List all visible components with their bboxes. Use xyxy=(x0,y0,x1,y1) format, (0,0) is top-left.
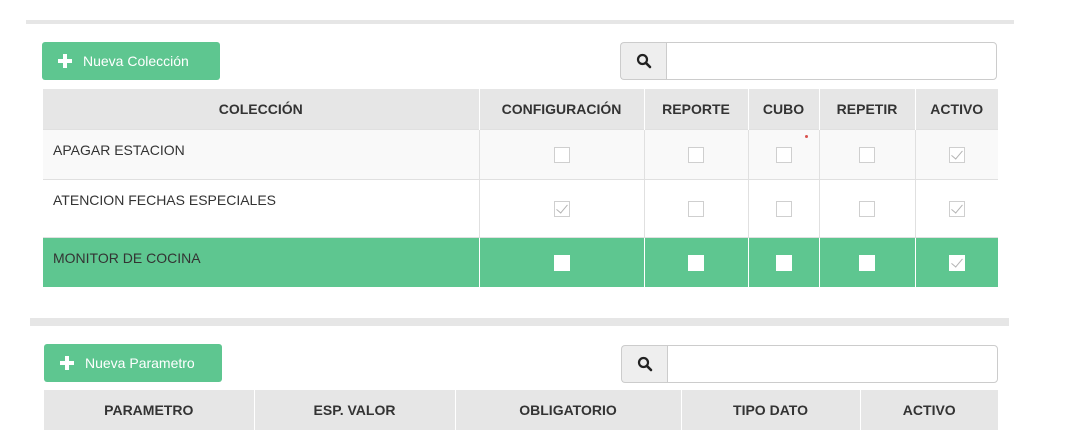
cell-configuracion xyxy=(479,237,645,287)
parameter-search-button[interactable] xyxy=(621,345,667,383)
parameter-search xyxy=(621,345,998,383)
checkbox-reporte[interactable] xyxy=(688,147,704,164)
collection-search-input[interactable] xyxy=(666,42,997,80)
checkbox-repetir[interactable] xyxy=(859,254,875,271)
table-row-selected[interactable]: MONITOR DE COCINA xyxy=(43,237,998,287)
column-header-parametro[interactable]: PARAMETRO xyxy=(44,390,255,430)
cell-repetir xyxy=(819,179,916,238)
checkbox-cubo[interactable] xyxy=(775,147,792,164)
parameters-header-row: PARAMETRO ESP. VALOR OBLIGATORIO TIPO DA… xyxy=(44,390,998,430)
checkbox-activo[interactable] xyxy=(948,147,965,164)
checkbox-repetir[interactable] xyxy=(859,201,875,218)
column-header-reporte[interactable]: REPORTE xyxy=(644,89,749,130)
column-header-obligatorio[interactable]: OBLIGATORIO xyxy=(455,390,682,430)
cell-activo xyxy=(915,129,998,180)
table-row[interactable]: APAGAR ESTACION xyxy=(43,129,998,180)
column-header-esp-valor[interactable]: ESP. VALOR xyxy=(254,390,456,430)
new-collection-label: Nueva Colección xyxy=(83,53,189,69)
cell-repetir xyxy=(819,237,916,287)
marker-dot xyxy=(805,135,808,138)
search-icon xyxy=(637,356,652,372)
cell-reporte xyxy=(644,179,749,238)
checkbox-reporte[interactable] xyxy=(688,254,704,271)
column-header-repetir[interactable]: REPETIR xyxy=(819,89,916,130)
checkbox-configuracion[interactable] xyxy=(553,254,570,271)
section-divider xyxy=(30,318,1009,326)
collection-search-button[interactable] xyxy=(620,42,666,80)
cell-cubo xyxy=(748,129,820,180)
checkbox-repetir[interactable] xyxy=(859,147,875,164)
collections-table: COLECCIÓN CONFIGURACIÓN REPORTE CUBO REP… xyxy=(43,89,998,287)
cell-repetir xyxy=(819,129,916,180)
column-header-coleccion[interactable]: COLECCIÓN xyxy=(43,89,480,130)
checkbox-activo[interactable] xyxy=(948,254,965,271)
column-header-configuracion[interactable]: CONFIGURACIÓN xyxy=(479,89,645,130)
search-icon xyxy=(636,53,651,69)
plus-icon xyxy=(60,356,74,370)
new-parameter-label: Nueva Parametro xyxy=(85,355,195,371)
collection-name: ATENCION FECHAS ESPECIALES xyxy=(43,179,480,238)
collection-search xyxy=(620,42,997,80)
column-header-tipo-dato[interactable]: TIPO DATO xyxy=(681,390,861,430)
cell-configuracion xyxy=(479,129,645,180)
cell-configuracion xyxy=(479,179,645,238)
plus-icon xyxy=(58,54,72,68)
checkbox-reporte[interactable] xyxy=(688,201,704,218)
cell-cubo xyxy=(748,237,820,287)
cell-reporte xyxy=(644,129,749,180)
cell-activo xyxy=(915,237,998,287)
collection-name: APAGAR ESTACION xyxy=(43,129,480,180)
column-header-activo[interactable]: ACTIVO xyxy=(915,89,998,130)
top-divider xyxy=(26,20,1014,24)
checkbox-cubo[interactable] xyxy=(775,201,792,218)
checkbox-configuracion[interactable] xyxy=(553,147,570,164)
new-collection-button[interactable]: Nueva Colección xyxy=(42,42,220,80)
column-header-cubo[interactable]: CUBO xyxy=(748,89,820,130)
checkbox-cubo[interactable] xyxy=(775,254,792,271)
checkbox-configuracion[interactable] xyxy=(553,201,570,218)
column-header-activo[interactable]: ACTIVO xyxy=(860,390,998,430)
cell-cubo xyxy=(748,179,820,238)
new-parameter-button[interactable]: Nueva Parametro xyxy=(44,344,222,382)
cell-activo xyxy=(915,179,998,238)
cell-reporte xyxy=(644,237,749,287)
parameter-search-input[interactable] xyxy=(667,345,998,383)
checkbox-activo[interactable] xyxy=(948,201,965,218)
table-row[interactable]: ATENCION FECHAS ESPECIALES xyxy=(43,179,998,238)
collections-header-row: COLECCIÓN CONFIGURACIÓN REPORTE CUBO REP… xyxy=(43,89,998,130)
parameters-table: PARAMETRO ESP. VALOR OBLIGATORIO TIPO DA… xyxy=(44,390,998,430)
collection-name: MONITOR DE COCINA xyxy=(43,237,480,287)
